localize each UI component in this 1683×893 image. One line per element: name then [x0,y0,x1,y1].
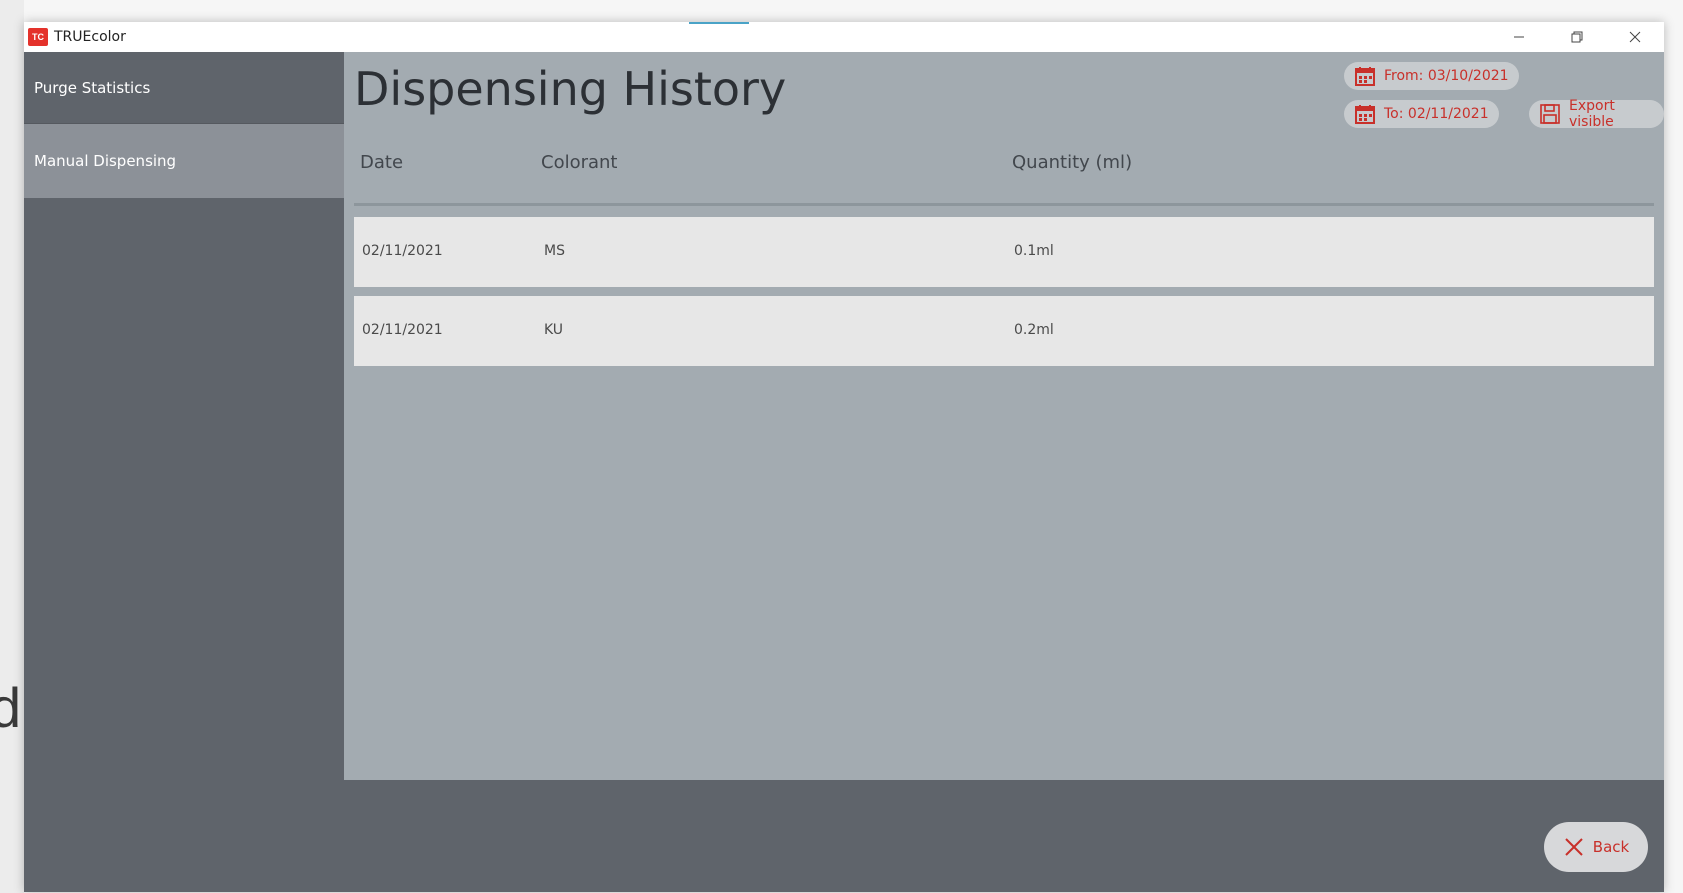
back-label: Back [1592,838,1630,856]
restore-button[interactable] [1548,22,1606,52]
to-date-button[interactable]: To: 02/11/2021 [1344,100,1499,128]
screenshot-stage: d TC TRUEcolor Purge Statistics Manual D… [0,0,1683,893]
window-controls [1490,22,1664,52]
to-date-label: To: 02/11/2021 [1384,106,1489,122]
app-logo-icon: TC [28,28,48,46]
calendar-icon [1354,65,1376,87]
cell-date: 02/11/2021 [362,322,443,338]
restore-icon [1571,31,1583,43]
column-header-date[interactable]: Date [360,152,403,173]
sidebar-item-manual-dispensing[interactable]: Manual Dispensing [24,124,344,198]
page-title: Dispensing History [354,62,787,116]
calendar-icon [1354,103,1376,125]
window-title: TRUEcolor [54,29,126,45]
export-visible-button[interactable]: Export visible [1529,98,1664,130]
from-date-label: From: 03/10/2021 [1384,68,1509,84]
title-accent-strip [689,22,749,24]
outer-background [0,0,24,893]
footer-bar: Back [344,780,1664,892]
app-window: TC TRUEcolor Purge Statistics Manual Dis… [24,22,1664,892]
sidebar-item-purge-statistics[interactable]: Purge Statistics [24,52,344,124]
column-header-colorant[interactable]: Colorant [541,152,618,173]
cell-date: 02/11/2021 [362,243,443,259]
table-row[interactable]: 02/11/2021 KU 0.2ml [354,296,1654,366]
sidebar-item-label: Manual Dispensing [34,152,177,170]
header-divider [354,203,1654,206]
cell-quantity: 0.2ml [1014,322,1054,338]
title-bar: TC TRUEcolor [24,22,1664,52]
export-visible-label: Export visible [1569,98,1615,130]
table-header: Date Colorant Quantity (ml) [354,132,1654,228]
sidebar: Purge Statistics Manual Dispensing [24,52,344,892]
minimize-button[interactable] [1490,22,1548,52]
table-row[interactable]: 02/11/2021 MS 0.1ml [354,217,1654,287]
save-icon [1539,103,1561,125]
column-header-quantity[interactable]: Quantity (ml) [1012,152,1132,173]
from-date-button[interactable]: From: 03/10/2021 [1344,62,1519,90]
close-window-button[interactable] [1606,22,1664,52]
close-x-icon [1563,836,1585,858]
cell-colorant: MS [544,243,565,259]
minimize-icon [1514,36,1524,38]
sidebar-item-label: Purge Statistics [34,78,151,97]
cell-colorant: KU [544,322,564,338]
cell-quantity: 0.1ml [1014,243,1054,259]
main-panel: Dispensing History From: 03/10/2021 To: … [344,52,1664,780]
close-icon [1629,31,1641,43]
stray-text-fragment: d [0,676,22,739]
table-body: 02/11/2021 MS 0.1ml 02/11/2021 KU 0.2ml [354,217,1654,375]
back-button[interactable]: Back [1544,822,1648,872]
